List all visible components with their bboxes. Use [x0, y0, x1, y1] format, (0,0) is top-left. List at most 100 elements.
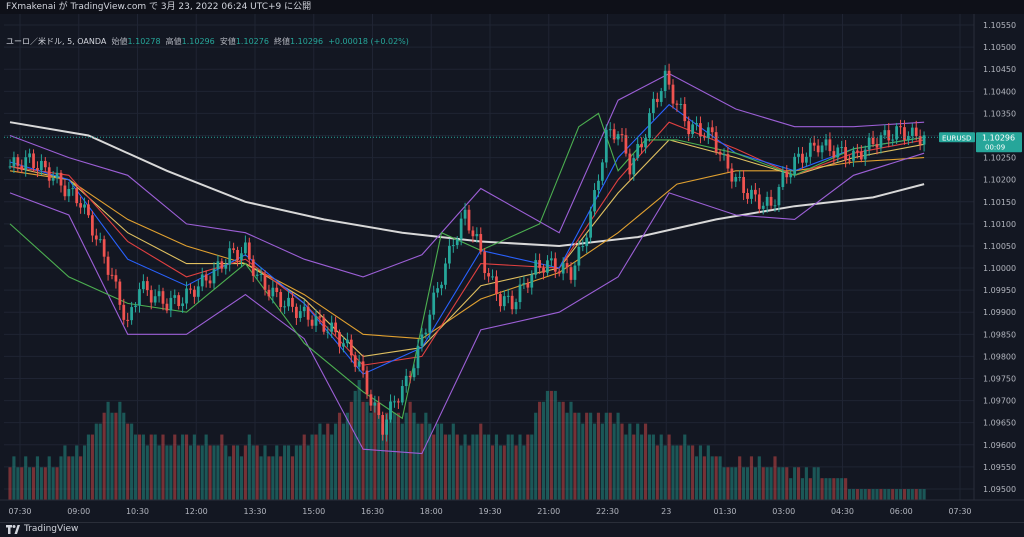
volume-bar	[534, 412, 538, 500]
volume-bar	[334, 423, 338, 500]
y-tick-label: 1.10050	[983, 242, 1016, 251]
candle-body	[738, 177, 742, 179]
candle-body	[385, 419, 388, 435]
candle-body	[510, 295, 514, 310]
volume-bar	[263, 445, 267, 500]
price-chart[interactable]: 1.105501.105001.104501.104001.103501.103…	[0, 14, 1024, 522]
y-tick-label: 1.09550	[983, 463, 1016, 472]
legend-low-label: 安値	[219, 37, 236, 46]
volume-bar	[377, 412, 381, 500]
candle-body	[393, 401, 396, 403]
brand-logo[interactable]: TradingView	[6, 524, 78, 534]
candle-body	[840, 147, 844, 149]
candle-body	[259, 274, 263, 276]
volume-bar	[169, 445, 173, 500]
candle-body	[867, 137, 871, 150]
volume-bar	[137, 434, 142, 500]
y-tick-label: 1.09750	[983, 375, 1016, 384]
candle-body	[240, 253, 243, 261]
volume-bar	[702, 456, 706, 500]
volume-bar	[510, 434, 514, 500]
candle-body	[565, 263, 569, 268]
volume-bar	[184, 434, 189, 500]
candle-body	[220, 261, 224, 269]
volume-bar	[585, 412, 589, 500]
candle-body	[153, 296, 157, 303]
candle-body	[342, 343, 345, 347]
volume-bar	[318, 423, 322, 500]
candle-body	[844, 147, 847, 161]
volume-bar	[483, 434, 487, 500]
x-tick-label: 12:00	[185, 507, 208, 516]
candle-body	[8, 166, 12, 168]
volume-bar	[455, 434, 459, 500]
candle-body	[593, 190, 596, 212]
legend-close-label: 終値	[274, 37, 291, 46]
volume-bar	[734, 467, 738, 500]
candle-body	[550, 258, 553, 261]
candle-body	[63, 185, 67, 197]
y-tick-label: 1.10150	[983, 198, 1016, 207]
legend-high-label: 高値	[165, 37, 182, 46]
candle-body	[267, 289, 271, 297]
volume-bar	[796, 467, 801, 500]
y-tick-label: 1.10350	[983, 109, 1016, 118]
volume-bar	[738, 456, 742, 500]
volume-bar	[659, 434, 663, 500]
volume-bar	[487, 434, 491, 500]
candle-body	[491, 276, 494, 278]
volume-bar	[330, 434, 334, 500]
y-tick-label: 1.10450	[983, 65, 1016, 74]
volume-bar	[239, 456, 244, 500]
candle-body	[506, 295, 510, 297]
volume-bar	[196, 445, 200, 500]
candle-body	[98, 239, 102, 241]
symbol-tag-label: EURUSD	[942, 134, 971, 142]
volume-bar	[859, 489, 863, 500]
y-tick-label: 1.09650	[983, 419, 1016, 428]
candle-body	[196, 286, 200, 297]
candle-body	[502, 296, 506, 307]
volume-bar	[153, 434, 157, 500]
candle-body	[734, 177, 738, 182]
candle-body	[377, 402, 381, 416]
candle-body	[193, 289, 196, 297]
candle-body	[204, 274, 208, 281]
candle-body	[573, 265, 577, 280]
candle-body	[110, 274, 114, 276]
volume-bar	[283, 445, 287, 500]
volume-bar	[522, 445, 526, 500]
candle-body	[357, 361, 361, 367]
volume-bar	[561, 401, 565, 500]
x-tick-label: 06:00	[890, 507, 913, 516]
candle-body	[287, 297, 290, 307]
volume-bar	[538, 401, 542, 500]
candle-body	[138, 289, 141, 306]
candle-body	[722, 154, 726, 156]
x-tick-label: 23	[661, 507, 671, 516]
x-tick-label: 10:30	[126, 507, 149, 516]
candle-body	[761, 205, 765, 209]
volume-bar	[718, 456, 722, 500]
candle-body	[569, 267, 573, 280]
volume-bar	[349, 401, 353, 500]
volume-bar	[271, 456, 275, 500]
candle-body	[106, 256, 110, 275]
volume-bar	[604, 412, 608, 500]
volume-bar	[235, 445, 240, 500]
volume-bar	[773, 456, 777, 500]
brand-text: TradingView	[24, 524, 79, 534]
candle-body	[891, 139, 895, 141]
candle-body	[373, 402, 377, 406]
volume-bar	[714, 456, 718, 500]
x-tick-label: 15:00	[302, 507, 325, 516]
candle-body	[455, 239, 459, 246]
volume-bar	[694, 456, 699, 500]
volume-bar	[118, 401, 122, 500]
candle-body	[185, 288, 188, 304]
volume-bar	[133, 434, 138, 500]
volume-bar	[173, 434, 177, 500]
candle-body	[330, 322, 334, 332]
chart-area[interactable]: 1.105501.105001.104501.104001.103501.103…	[0, 14, 1024, 522]
candle-body	[687, 121, 691, 135]
